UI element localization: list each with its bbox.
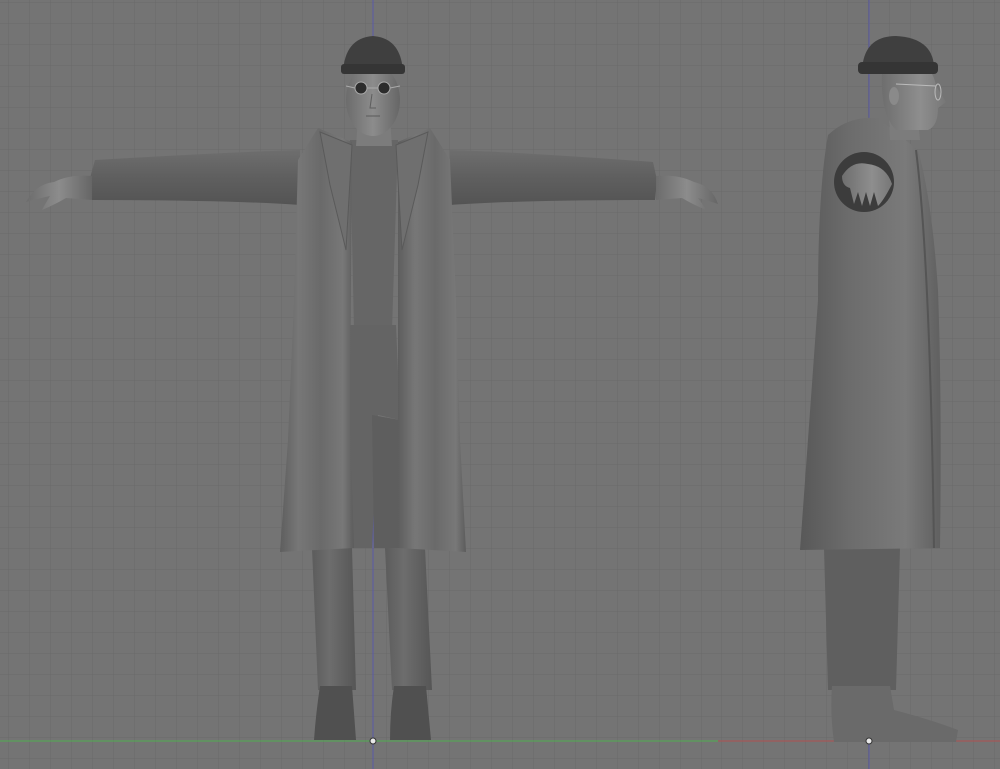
object-origin-marker[interactable] bbox=[369, 737, 377, 745]
right-shoe bbox=[390, 686, 431, 740]
beanie-band bbox=[858, 62, 938, 74]
beanie-band bbox=[341, 64, 405, 74]
trousers-right bbox=[372, 415, 402, 548]
shirt bbox=[350, 140, 398, 330]
left-leg bbox=[312, 548, 356, 690]
object-origin-marker[interactable] bbox=[865, 737, 873, 745]
side-viewport-canvas[interactable] bbox=[718, 0, 1000, 769]
side-viewport[interactable] bbox=[718, 0, 1000, 769]
front-viewport-canvas[interactable] bbox=[0, 0, 718, 769]
viewport-area[interactable] bbox=[0, 0, 1000, 769]
leg bbox=[824, 548, 900, 690]
left-shoe bbox=[314, 686, 356, 740]
ear bbox=[889, 87, 899, 105]
front-viewport[interactable] bbox=[0, 0, 718, 769]
right-leg bbox=[385, 548, 432, 690]
head bbox=[346, 64, 400, 136]
